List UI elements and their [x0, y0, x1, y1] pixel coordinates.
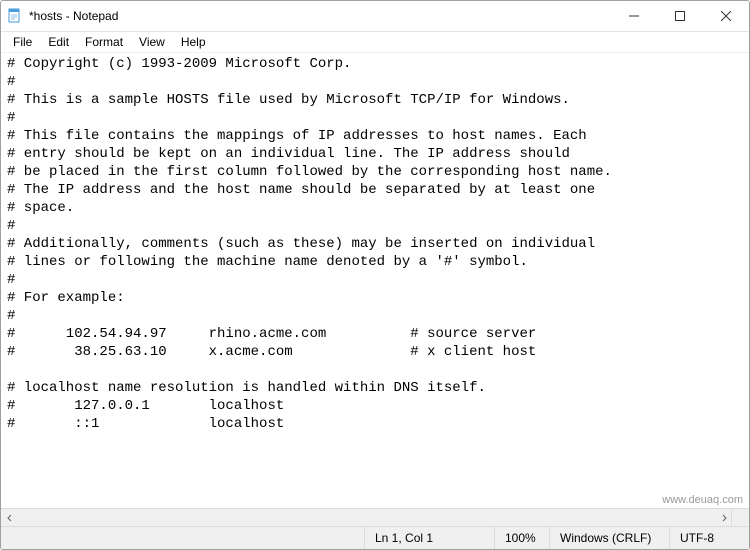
status-cursor: Ln 1, Col 1	[364, 527, 494, 549]
notepad-icon	[7, 8, 23, 24]
status-zoom: 100%	[494, 527, 549, 549]
text-editor[interactable]: # Copyright (c) 1993-2009 Microsoft Corp…	[1, 53, 749, 509]
window-title: *hosts - Notepad	[29, 9, 118, 23]
scroll-track[interactable]	[18, 509, 715, 526]
minimize-button[interactable]	[611, 1, 657, 31]
scroll-left-button[interactable]	[1, 509, 18, 526]
chevron-right-icon	[720, 514, 728, 522]
chevron-left-icon	[6, 514, 14, 522]
notepad-window: *hosts - Notepad File Edit Format View H…	[0, 0, 750, 550]
horizontal-scrollbar[interactable]	[1, 508, 732, 526]
scroll-right-button[interactable]	[715, 509, 732, 526]
close-button[interactable]	[703, 1, 749, 31]
menu-help[interactable]: Help	[173, 33, 214, 51]
scroll-corner	[731, 508, 749, 526]
status-bar: Ln 1, Col 1 100% Windows (CRLF) UTF-8	[1, 526, 749, 549]
title-bar[interactable]: *hosts - Notepad	[1, 1, 749, 32]
maximize-button[interactable]	[657, 1, 703, 31]
menu-view[interactable]: View	[131, 33, 173, 51]
menu-format[interactable]: Format	[77, 33, 131, 51]
menu-bar: File Edit Format View Help	[1, 32, 749, 53]
maximize-icon	[675, 11, 685, 21]
status-encoding: UTF-8	[669, 527, 749, 549]
menu-file[interactable]: File	[5, 33, 40, 51]
menu-edit[interactable]: Edit	[40, 33, 77, 51]
minimize-icon	[629, 11, 639, 21]
status-line-ending: Windows (CRLF)	[549, 527, 669, 549]
editor-area: # Copyright (c) 1993-2009 Microsoft Corp…	[1, 53, 749, 526]
close-icon	[721, 11, 731, 21]
